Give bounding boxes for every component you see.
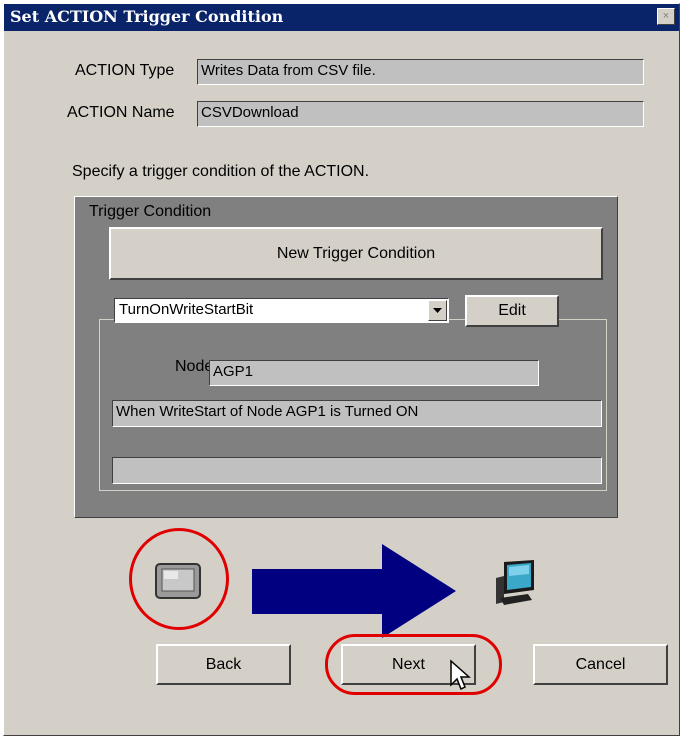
title-bar: Set ACTION Trigger Condition ×	[4, 4, 679, 31]
new-trigger-condition-button[interactable]: New Trigger Condition	[109, 227, 603, 280]
close-button[interactable]: ×	[657, 8, 675, 25]
trigger-select-value: TurnOnWriteStartBit	[119, 301, 254, 318]
trigger-description-field: When WriteStart of Node AGP1 is Turned O…	[112, 400, 602, 427]
action-type-field: Writes Data from CSV file.	[197, 59, 644, 85]
action-type-label: ACTION Type	[75, 62, 175, 79]
node-field: AGP1	[209, 360, 539, 386]
action-name-label: ACTION Name	[67, 104, 175, 121]
source-device-highlight	[129, 528, 229, 630]
action-name-field: CSVDownload	[197, 101, 644, 127]
back-button[interactable]: Back	[156, 644, 291, 685]
instruction-text: Specify a trigger condition of the ACTIO…	[72, 163, 370, 180]
window-title: Set ACTION Trigger Condition	[10, 7, 284, 26]
dropdown-button[interactable]	[428, 300, 447, 321]
computer-monitor-icon	[496, 560, 534, 605]
close-icon: ×	[662, 10, 670, 22]
trigger-condition-label: Trigger Condition	[89, 203, 212, 220]
next-button-highlight	[325, 634, 502, 695]
set-action-trigger-dialog: Set ACTION Trigger Condition × ACTION Ty…	[3, 3, 680, 736]
cancel-button[interactable]: Cancel	[533, 644, 668, 685]
chevron-down-icon	[433, 308, 442, 313]
edit-button[interactable]: Edit	[465, 295, 559, 327]
trigger-select[interactable]: TurnOnWriteStartBit	[114, 298, 449, 323]
trigger-extra-field	[112, 457, 602, 484]
node-label: Node	[175, 358, 214, 375]
mouse-pointer-icon	[450, 659, 471, 691]
arrow-right-icon	[252, 544, 456, 638]
